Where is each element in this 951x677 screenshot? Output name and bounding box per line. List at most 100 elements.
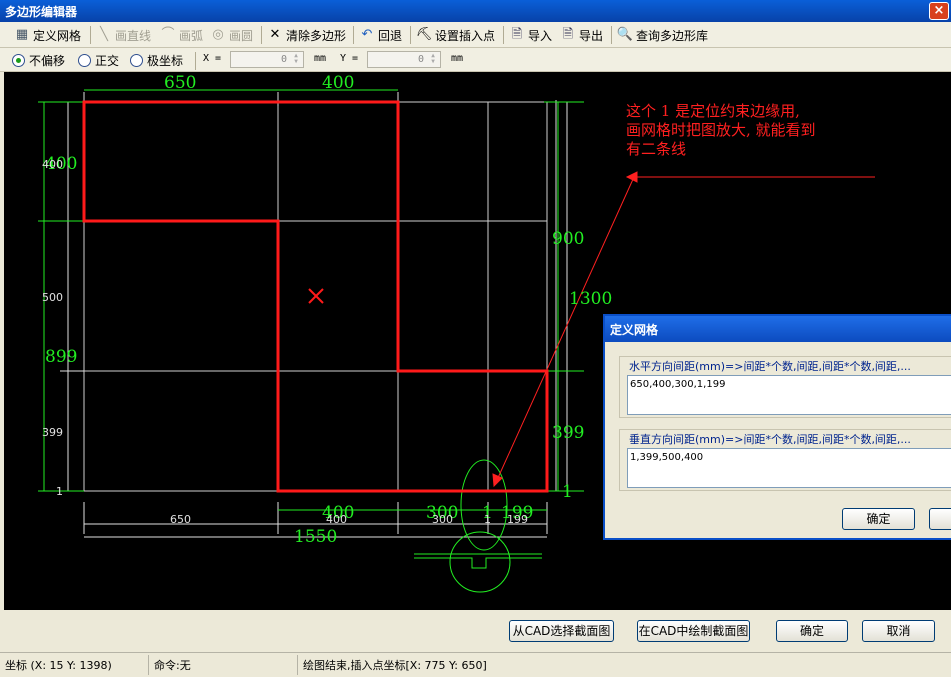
separator bbox=[353, 26, 354, 44]
undo-icon: ↶ bbox=[361, 27, 373, 42]
status-coordinate: 坐标 (X: 15 Y: 1398) bbox=[5, 659, 112, 672]
vertical-spacing-label: 垂直方向间距(mm)=>间距*个数,间距,间距*个数,间距,... bbox=[627, 431, 913, 447]
polar-label: 极坐标 bbox=[147, 54, 184, 68]
dim-bottom-small-199: 199 bbox=[507, 513, 528, 526]
radio-unchecked-icon bbox=[130, 54, 143, 67]
dialog-cancel-button[interactable] bbox=[929, 508, 951, 530]
dim-total-1550: 1550 bbox=[294, 527, 337, 547]
clear-x-icon: ✕ bbox=[269, 27, 281, 42]
separator bbox=[503, 26, 504, 44]
toolbar: ▦ 定义网格 ╲ 画直线 ⌒ 画弧 ◎ 画圆 ✕ 清除多边形 ↶ 回退 ⛏ 设置… bbox=[0, 22, 951, 48]
radio-unchecked-icon bbox=[78, 54, 91, 67]
y-coord-label: Y = bbox=[340, 53, 359, 64]
draw-line-label: 画直线 bbox=[115, 28, 152, 43]
radio-checked-icon bbox=[12, 54, 25, 67]
draw-arc-button[interactable]: ⌒ 画弧 bbox=[160, 25, 203, 45]
draw-circle-button[interactable]: ◎ 画圆 bbox=[210, 25, 253, 45]
draw-line-button[interactable]: ╲ 画直线 bbox=[96, 25, 151, 45]
x-coord-input[interactable]: 0 ▲ ▼ bbox=[230, 51, 304, 68]
clear-polygon-button[interactable]: ✕ 清除多边形 bbox=[267, 25, 346, 45]
draw-in-cad-button[interactable]: 在CAD中绘制截面图 bbox=[637, 620, 750, 642]
insert-point-cross-icon bbox=[308, 288, 324, 304]
status-command: 命令:无 bbox=[154, 659, 191, 672]
no-offset-radio[interactable]: 不偏移 bbox=[12, 52, 65, 69]
window-close-button[interactable]: × bbox=[929, 2, 949, 20]
options-bar: 不偏移 正交 极坐标 X = 0 ▲ ▼ mm Y = 0 ▲ ▼ mm bbox=[0, 48, 951, 72]
spin-arrows-icon[interactable]: ▲ ▼ bbox=[290, 53, 302, 66]
status-bar: 坐标 (X: 15 Y: 1398) 命令:无 绘图结束,插入点坐标[X: 77… bbox=[0, 652, 951, 677]
define-grid-label: 定义网格 bbox=[33, 28, 82, 43]
x-unit-label: mm bbox=[314, 53, 327, 64]
import-button[interactable]: 🗎 导入 bbox=[509, 25, 552, 45]
horizontal-spacing-label: 水平方向间距(mm)=>间距*个数,间距,间距*个数,间距,... bbox=[627, 358, 913, 374]
select-from-cad-button[interactable]: 从CAD选择截面图 bbox=[509, 620, 614, 642]
query-polygon-library-button[interactable]: 🔍 查询多边形库 bbox=[617, 25, 708, 45]
import-label: 导入 bbox=[528, 28, 553, 43]
orthogonal-radio[interactable]: 正交 bbox=[78, 52, 119, 69]
define-grid-button[interactable]: ▦ 定义网格 bbox=[14, 25, 81, 45]
separator bbox=[90, 26, 91, 44]
horizontal-spacing-input[interactable]: 650,400,300,1,199 bbox=[627, 375, 951, 415]
separator bbox=[195, 52, 196, 70]
dim-bottom-small-300: 300 bbox=[432, 513, 453, 526]
dialog-title: 定义网格 bbox=[605, 316, 951, 342]
draw-arc-label: 画弧 bbox=[179, 28, 204, 43]
ok-button[interactable]: 确定 bbox=[776, 620, 848, 642]
export-button[interactable]: 🗎 导出 bbox=[560, 25, 603, 45]
bottom-button-bar: 从CAD选择截面图 在CAD中绘制截面图 确定 取消 bbox=[0, 610, 951, 650]
white-dimension-text: 400 500 399 1 650 400 300 1 199 bbox=[42, 158, 528, 526]
vertical-spacing-input[interactable]: 1,399,500,400 bbox=[627, 448, 951, 488]
title-bar: 多边形编辑器 × bbox=[0, 0, 951, 22]
arc-icon: ⌒ bbox=[161, 27, 175, 42]
annotation-text: 这个 1 是定位约束边缘用, 画网格时把图放大, 就能看到 有二条线 bbox=[626, 102, 816, 158]
x-coord-label: X = bbox=[203, 53, 222, 64]
y-unit-label: mm bbox=[451, 53, 464, 64]
green-dimension-text: 650 400 400 899 900 1300 399 1 400 300 1… bbox=[45, 73, 612, 547]
separator bbox=[410, 26, 411, 44]
status-message: 绘图结束,插入点坐标[X: 775 Y: 650] bbox=[303, 659, 487, 672]
dim-top-400: 400 bbox=[322, 73, 354, 93]
draw-circle-label: 画圆 bbox=[229, 28, 254, 43]
dim-left-small-500: 500 bbox=[42, 291, 63, 304]
dim-bottom-small-400: 400 bbox=[326, 513, 347, 526]
dim-bottom-small-1: 1 bbox=[484, 513, 491, 526]
dim-left-small-1: 1 bbox=[56, 485, 63, 498]
dim-right-1: 1 bbox=[562, 482, 573, 502]
y-coord-value: 0 bbox=[417, 54, 424, 65]
export-icon: 🗎 bbox=[562, 27, 574, 42]
grid-icon: ▦ bbox=[15, 27, 29, 42]
cancel-button[interactable]: 取消 bbox=[862, 620, 935, 642]
set-insert-point-label: 设置插入点 bbox=[435, 28, 496, 43]
separator bbox=[297, 655, 298, 675]
dim-left-small-399: 399 bbox=[42, 426, 63, 439]
dim-left-899: 899 bbox=[45, 347, 77, 367]
undo-button[interactable]: ↶ 回退 bbox=[359, 25, 402, 45]
dialog-ok-button[interactable]: 确定 bbox=[842, 508, 915, 530]
window-title: 多边形编辑器 bbox=[5, 5, 78, 19]
dim-top-650: 650 bbox=[164, 73, 196, 93]
dim-right-900: 900 bbox=[552, 229, 584, 249]
circle-icon: ◎ bbox=[212, 27, 224, 42]
dim-right-1300: 1300 bbox=[569, 289, 612, 309]
spin-arrows-icon[interactable]: ▲ ▼ bbox=[427, 53, 439, 66]
separator bbox=[611, 26, 612, 44]
undo-label: 回退 bbox=[378, 28, 403, 43]
define-grid-dialog: 定义网格 水平方向间距(mm)=>间距*个数,间距,间距*个数,间距,... 6… bbox=[603, 314, 951, 540]
dim-bottom-small-650: 650 bbox=[170, 513, 191, 526]
line-icon: ╲ bbox=[100, 27, 108, 42]
insert-point-icon: ⛏ bbox=[415, 27, 433, 42]
separator bbox=[261, 26, 262, 44]
export-label: 导出 bbox=[579, 28, 604, 43]
orthogonal-label: 正交 bbox=[95, 54, 120, 68]
x-coord-value: 0 bbox=[280, 54, 287, 65]
set-insert-point-button[interactable]: ⛏ 设置插入点 bbox=[416, 25, 495, 45]
dim-right-399: 399 bbox=[552, 423, 584, 443]
y-coord-input[interactable]: 0 ▲ ▼ bbox=[367, 51, 441, 68]
dim-left-small-400: 400 bbox=[42, 158, 63, 171]
clear-polygon-label: 清除多边形 bbox=[286, 28, 347, 43]
query-polygon-library-label: 查询多边形库 bbox=[636, 28, 709, 43]
polar-radio[interactable]: 极坐标 bbox=[130, 52, 183, 69]
search-icon: 🔍 bbox=[616, 27, 634, 42]
no-offset-label: 不偏移 bbox=[29, 54, 66, 68]
separator bbox=[148, 655, 149, 675]
